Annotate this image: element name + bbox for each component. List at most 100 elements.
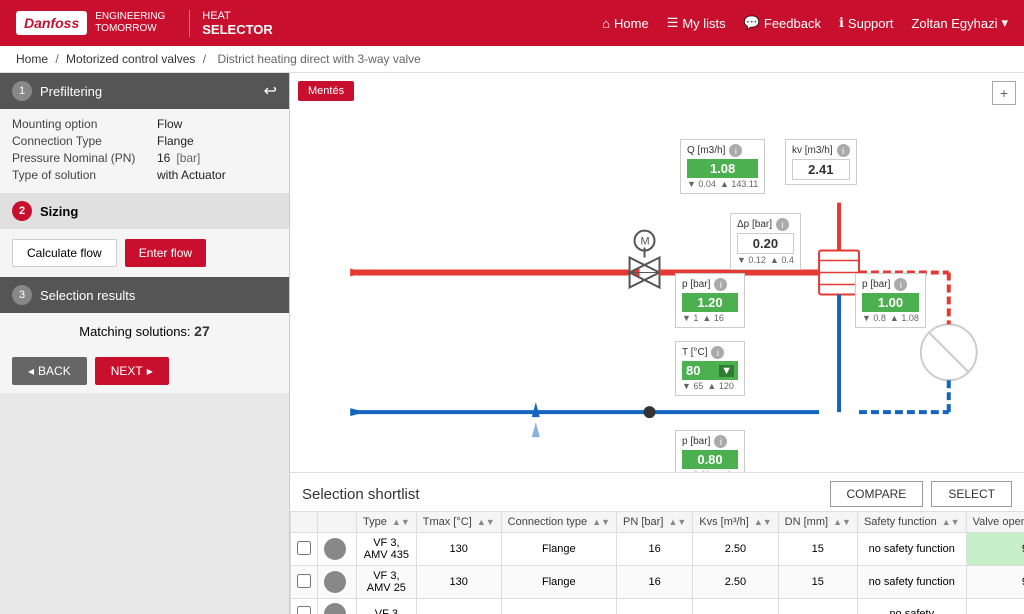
kv-input-group: kv [m3/h] i 2.41 (785, 139, 857, 185)
results-table: Type ▲▼ Tmax [°C] ▲▼ Connection type ▲▼ … (290, 511, 1024, 614)
step3-header: 3 Selection results (0, 277, 289, 313)
shortlist-actions: COMPARE SELECT (830, 481, 1012, 507)
back-button[interactable]: ◂ BACK (12, 357, 87, 385)
p3-value[interactable]: 0.80 (682, 450, 738, 469)
chevron-left-icon: ◂ (28, 364, 34, 378)
breadcrumb-home[interactable]: Home (16, 52, 48, 66)
row2-pn: 16 (617, 566, 693, 599)
p3-range: ▼ 0.01 ▲ 1 (682, 470, 738, 473)
th-valve-opening: Valve opening [%] ▲▼ (966, 512, 1024, 533)
th-safety: Safety function ▲▼ (857, 512, 966, 533)
main-layout: 1 Prefiltering ↩ Mounting option Flow Co… (0, 73, 1024, 614)
p2-info-icon[interactable]: i (894, 278, 907, 291)
diagram-area: Mentés + M (290, 73, 1024, 473)
q-value[interactable]: 1.08 (687, 159, 758, 178)
th-pn: PN [bar] ▲▼ (617, 512, 693, 533)
header-subtitle: ENGINEERING TOMORROW (95, 11, 165, 35)
th-dn: DN [mm] ▲▼ (778, 512, 857, 533)
dp-range: ▼ 0.12 ▲ 0.4 (737, 255, 794, 265)
row2-dn: 15 (778, 566, 857, 599)
row3-type: VF 3 (357, 599, 417, 614)
danfoss-logo: Danfoss (16, 11, 87, 35)
t-value[interactable]: 80 ▼ (682, 361, 738, 380)
th-thumb (318, 512, 357, 533)
t-input-group: T [°C] i 80 ▼ ▼ 65 ▲ 120 (675, 341, 745, 396)
row2-thumbnail (324, 571, 346, 593)
dp-info-icon[interactable]: i (776, 218, 789, 231)
row1-valve-opening: 96 (966, 533, 1024, 566)
row1-connection: Flange (501, 533, 616, 566)
nav-home[interactable]: ⌂ Home (602, 16, 649, 31)
row1-checkbox-cell[interactable] (291, 533, 318, 566)
prefilter-row-solution-type: Type of solution with Actuator (12, 168, 277, 182)
nav-support[interactable]: ℹ Support (839, 15, 894, 31)
row3-thumbnail (324, 603, 346, 614)
step3-label: Selection results (40, 288, 135, 303)
p2-range: ▼ 0.8 ▲ 1.08 (862, 313, 919, 323)
row3-pn (617, 599, 693, 614)
content-area: Mentés + M (290, 73, 1024, 614)
breadcrumb-current: District heating direct with 3-way valve (217, 52, 420, 66)
row2-safety: no safety function (857, 566, 966, 599)
p1-info-icon[interactable]: i (714, 278, 727, 291)
enter-flow-button[interactable]: Enter flow (125, 239, 206, 267)
row3-valve-opening (966, 599, 1024, 614)
calculate-flow-button[interactable]: Calculate flow (12, 239, 117, 267)
row3-checkbox-cell[interactable] (291, 599, 318, 614)
th-type: Type ▲▼ (357, 512, 417, 533)
row3-dn (778, 599, 857, 614)
sidebar: 1 Prefiltering ↩ Mounting option Flow Co… (0, 73, 290, 614)
matching-solutions: Matching solutions: 27 (0, 313, 289, 349)
q-range: ▼ 0.04 ▲ 143.11 (687, 179, 758, 189)
list-icon: ☰ (667, 15, 679, 31)
prefilter-content: Mounting option Flow Connection Type Fla… (0, 109, 289, 193)
kv-value[interactable]: 2.41 (792, 159, 850, 180)
t-range: ▼ 65 ▲ 120 (682, 381, 738, 391)
p3-input-group: p [bar] i 0.80 ▼ 0.01 ▲ 1 (675, 430, 745, 473)
step1-header: 1 Prefiltering ↩ (0, 73, 289, 109)
shortlist-header: Selection shortlist COMPARE SELECT (290, 473, 1024, 511)
shortlist-area: Selection shortlist COMPARE SELECT Type … (290, 473, 1024, 614)
table-row: VF 3, AMV 25 130 Flange 16 2.50 15 no sa… (291, 566, 1024, 599)
select-button[interactable]: SELECT (931, 481, 1012, 507)
app-header: Danfoss ENGINEERING TOMORROW HEAT SELECT… (0, 0, 1024, 46)
compare-button[interactable]: COMPARE (830, 481, 924, 507)
row1-type: VF 3, AMV 435 (357, 533, 417, 566)
row3-tmax (416, 599, 501, 614)
prefilter-row-connection: Connection Type Flange (12, 134, 277, 148)
row2-tmax: 130 (416, 566, 501, 599)
prefilter-row-mounting: Mounting option Flow (12, 117, 277, 131)
kv-info-icon[interactable]: i (837, 144, 850, 157)
p2-value[interactable]: 1.00 (862, 293, 919, 312)
row2-checkbox-cell[interactable] (291, 566, 318, 599)
dp-input-group: Δp [bar] i 0.20 ▼ 0.12 ▲ 0.4 (730, 213, 801, 270)
row2-kvs: 2.50 (693, 566, 778, 599)
p1-value[interactable]: 1.20 (682, 293, 738, 312)
row2-valve-opening: 96 (966, 566, 1024, 599)
p3-info-icon[interactable]: i (714, 435, 727, 448)
step1-number: 1 (12, 81, 32, 101)
nav-my-lists[interactable]: ☰ My lists (667, 15, 726, 31)
nav-feedback[interactable]: 💬 Feedback (744, 15, 821, 31)
row3-connection (501, 599, 616, 614)
row1-pn: 16 (617, 533, 693, 566)
row2-connection: Flange (501, 566, 616, 599)
next-button[interactable]: NEXT ▸ (95, 357, 169, 385)
prefilter-row-pn: Pressure Nominal (PN) 16 [bar] (12, 151, 277, 165)
support-icon: ℹ (839, 15, 844, 31)
step2-label: Sizing (40, 204, 78, 219)
row1-kvs: 2.50 (693, 533, 778, 566)
p1-input-group: p [bar] i 1.20 ▼ 1 ▲ 16 (675, 273, 745, 328)
row1-safety: no safety function (857, 533, 966, 566)
t-info-icon[interactable]: i (711, 346, 724, 359)
row2-checkbox[interactable] (297, 574, 311, 588)
user-menu[interactable]: Zoltan Egyhazi ▾ (911, 15, 1008, 31)
row1-thumbnail (324, 538, 346, 560)
dp-value[interactable]: 0.20 (737, 233, 794, 254)
logo-area: Danfoss ENGINEERING TOMORROW HEAT SELECT… (16, 10, 273, 37)
step1-back-button[interactable]: ↩ (264, 81, 277, 101)
row1-checkbox[interactable] (297, 541, 311, 555)
q-info-icon[interactable]: i (729, 144, 742, 157)
step2-header: 2 Sizing (0, 193, 289, 229)
breadcrumb-motorized[interactable]: Motorized control valves (66, 52, 195, 66)
